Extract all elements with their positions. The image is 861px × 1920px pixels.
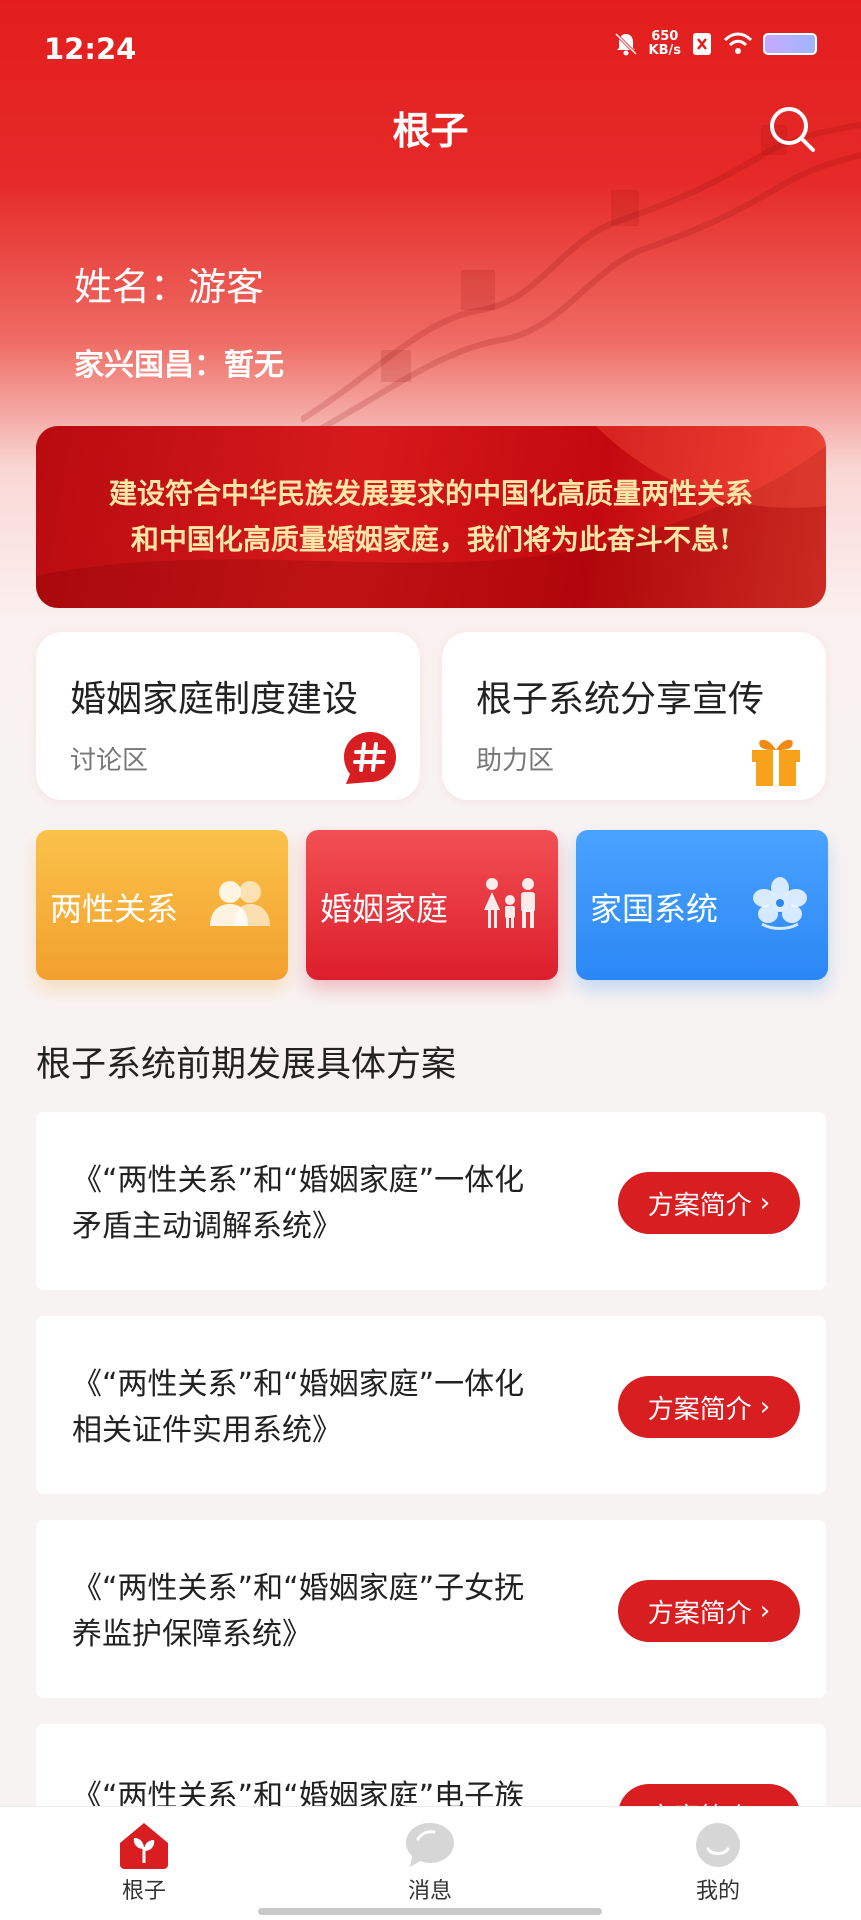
smile-face-icon (696, 1823, 740, 1867)
tab-label: 根子 (121, 1879, 166, 1904)
banner-line-1: 建设符合中华民族发展要求的中国化高质量两性关系 (108, 477, 753, 510)
chevron-right-icon: › (759, 1392, 771, 1422)
sim-x-icon (693, 33, 711, 55)
tile-marriage-family[interactable]: 婚姻家庭 (306, 830, 558, 980)
plan-title: 《“两性关系”和“婚姻家庭”子女抚 养监护保障系统》 (72, 1566, 632, 1658)
plan-card[interactable]: 《“两性关系”和“婚姻家庭”一体化 相关证件实用系统》 方案简介 › (36, 1316, 826, 1494)
wifi-icon (723, 32, 753, 54)
chevron-right-icon: › (759, 1596, 771, 1626)
plan-title-line-1: 《“两性关系”和“婚姻家庭”一体化 (72, 1163, 525, 1198)
tab-label: 我的 (695, 1879, 740, 1904)
net-speed-value: 650 (651, 29, 679, 44)
card-share-promo[interactable]: 根子系统分享宣传 助力区 (442, 632, 826, 800)
sprout-home-icon (120, 1823, 168, 1869)
tile-family-nation[interactable]: 家国系统 (576, 830, 828, 980)
tab-profile[interactable]: 我的 (658, 1821, 778, 1905)
slogan-banner[interactable]: 建设符合中华民族发展要求的中国化高质量两性关系 和中国化高质量婚姻家庭，我们将为… (36, 426, 826, 608)
family-icon (484, 878, 535, 928)
card-title: 根子系统分享宣传 (476, 679, 765, 720)
mute-bell-icon (614, 32, 637, 56)
card-title: 婚姻家庭制度建设 (70, 679, 359, 720)
user-name: 姓名：游客 (74, 265, 265, 309)
status-icons: 650 KB/s (613, 30, 817, 58)
battery-icon (763, 33, 817, 55)
plan-title: 《“两性关系”和“婚姻家庭”一体化 矛盾主动调解系统》 (72, 1158, 632, 1250)
couple-icon (210, 881, 270, 926)
card-subtitle: 助力区 (476, 746, 555, 776)
plan-intro-button[interactable]: 方案简介 › (618, 1580, 800, 1642)
search-icon[interactable] (767, 104, 817, 154)
gift-icon (752, 739, 800, 786)
banner-text: 建设符合中华民族发展要求的中国化高质量两性关系 和中国化高质量婚姻家庭，我们将为… (36, 426, 826, 608)
plan-card[interactable]: 《“两性关系”和“婚姻家庭”一体化 矛盾主动调解系统》 方案简介 › (36, 1112, 826, 1290)
home-indicator[interactable] (258, 1908, 602, 1915)
page-title: 根子 (392, 109, 469, 153)
family-status: 家兴国昌：暂无 (74, 348, 284, 383)
chevron-right-icon: › (759, 1188, 771, 1218)
plan-intro-button-label: 方案简介 (647, 1190, 752, 1221)
plan-title-line-2: 养监护保障系统》 (72, 1617, 312, 1652)
chat-bubble-icon (406, 1823, 454, 1867)
card-marriage-system[interactable]: 婚姻家庭制度建设 讨论区 (36, 632, 420, 800)
status-time: 12:24 (44, 32, 137, 66)
tile-label: 婚姻家庭 (320, 890, 449, 928)
bottom-tab-bar: 根子 消息 我的 (0, 1806, 861, 1920)
tab-label: 消息 (407, 1879, 452, 1904)
plan-title-line-2: 矛盾主动调解系统》 (72, 1209, 342, 1244)
great-wall-watermark (301, 122, 861, 440)
tile-label: 两性关系 (50, 890, 179, 928)
tile-label: 家国系统 (590, 890, 719, 928)
hash-chat-icon (344, 732, 396, 784)
tile-gender-relations[interactable]: 两性关系 (36, 830, 288, 980)
plan-card[interactable]: 《“两性关系”和“婚姻家庭”子女抚 养监护保障系统》 方案简介 › (36, 1520, 826, 1698)
card-subtitle: 讨论区 (70, 746, 149, 776)
plan-intro-button[interactable]: 方案简介 › (618, 1376, 800, 1438)
banner-line-2: 和中国化高质量婚姻家庭，我们将为此奋斗不息! (130, 523, 732, 556)
plan-title-line-1: 《“两性关系”和“婚姻家庭”子女抚 (72, 1571, 525, 1606)
tab-home[interactable]: 根子 (84, 1821, 204, 1905)
tab-messages[interactable]: 消息 (370, 1821, 490, 1905)
net-speed-unit: KB/s (648, 43, 681, 58)
flower-emblem-icon (753, 877, 807, 930)
plan-intro-button[interactable]: 方案简介 › (618, 1172, 800, 1234)
status-bar: 12:24 650 KB/s (0, 0, 861, 100)
plan-intro-button-label: 方案简介 (647, 1598, 752, 1629)
plan-title-line-2: 相关证件实用系统》 (72, 1413, 342, 1448)
plan-intro-button-label: 方案简介 (647, 1394, 752, 1425)
plan-title: 《“两性关系”和“婚姻家庭”一体化 相关证件实用系统》 (72, 1362, 632, 1454)
net-speed: 650 KB/s (649, 30, 681, 58)
plan-title-line-1: 《“两性关系”和“婚姻家庭”一体化 (72, 1367, 525, 1402)
section-title: 根子系统前期发展具体方案 (36, 1045, 457, 1085)
